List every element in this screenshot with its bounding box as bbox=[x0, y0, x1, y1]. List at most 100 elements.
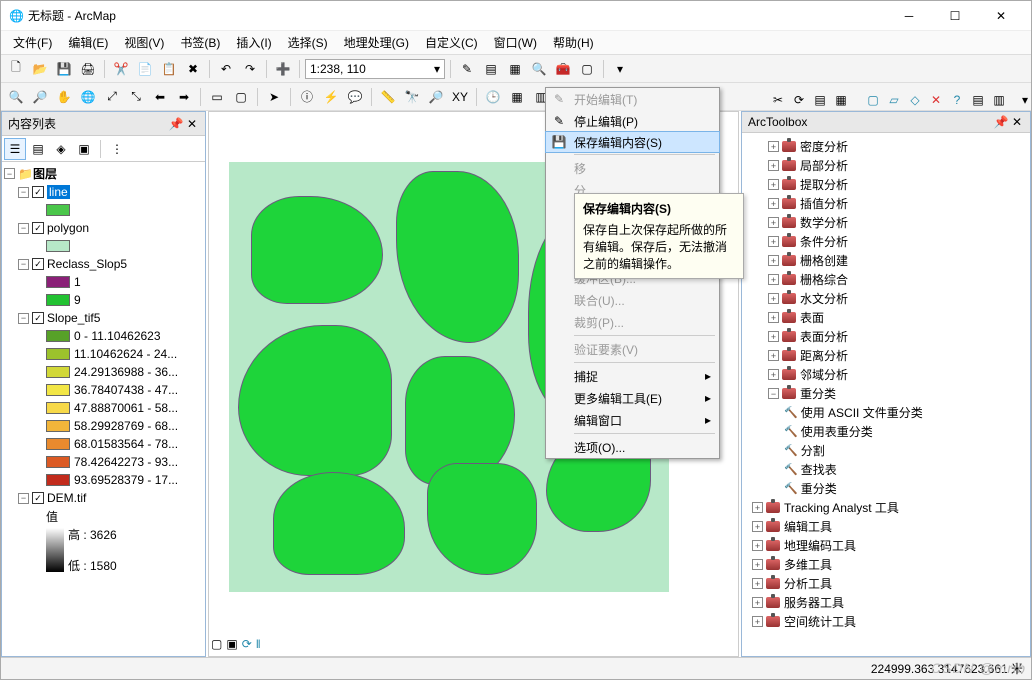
toolbox-item[interactable]: +条件分析 bbox=[744, 232, 1028, 251]
toolbox-item[interactable]: +服务器工具 bbox=[744, 593, 1028, 612]
editor-more-icon[interactable]: ▾ bbox=[1015, 90, 1032, 110]
topology-icon[interactable]: ▥ bbox=[989, 90, 1009, 110]
pointer-icon[interactable]: ➤ bbox=[263, 86, 285, 108]
arctoolbox-icon[interactable]: 🧰 bbox=[552, 58, 574, 80]
fixed-zoom-in-icon[interactable]: ⤢ bbox=[101, 86, 123, 108]
refresh-icon[interactable]: ⟳ bbox=[242, 637, 252, 651]
toolbox-item[interactable]: +密度分析 bbox=[744, 137, 1028, 156]
list-by-drawing-order-icon[interactable]: ☰ bbox=[4, 138, 26, 160]
toolbox-item[interactable]: −重分类 bbox=[744, 384, 1028, 403]
find-route-icon[interactable]: 🔎 bbox=[425, 86, 447, 108]
toolbox-item[interactable]: +栅格创建 bbox=[744, 251, 1028, 270]
toolbox-item[interactable]: +编辑工具 bbox=[744, 517, 1028, 536]
menu-item[interactable]: 编辑窗口▸ bbox=[546, 409, 719, 431]
menu-item[interactable]: 帮助(H) bbox=[547, 32, 600, 53]
toolbox-item[interactable]: +提取分析 bbox=[744, 175, 1028, 194]
pan-icon[interactable]: ✋ bbox=[53, 86, 75, 108]
validate-icon[interactable]: ? bbox=[947, 90, 967, 110]
menu-item[interactable]: 文件(F) bbox=[7, 32, 58, 53]
toolbox-item[interactable]: +表面分析 bbox=[744, 327, 1028, 346]
cut-polygons-icon[interactable]: ▢ bbox=[863, 90, 883, 110]
toolbox-item[interactable]: +地理编码工具 bbox=[744, 536, 1028, 555]
print-icon[interactable]: 🖨 bbox=[77, 58, 99, 80]
copy-icon[interactable]: 📄 bbox=[134, 58, 156, 80]
menu-item[interactable]: 选择(S) bbox=[282, 32, 334, 53]
select-icon[interactable]: ▭ bbox=[206, 86, 228, 108]
menu-item[interactable]: 更多编辑工具(E)▸ bbox=[546, 387, 719, 409]
close-button[interactable]: ✕ bbox=[979, 2, 1023, 30]
toolbox-item[interactable]: +多维工具 bbox=[744, 555, 1028, 574]
tool-item[interactable]: 🔨分割 bbox=[744, 441, 1028, 460]
toolbox-item[interactable]: +表面 bbox=[744, 308, 1028, 327]
tool-item[interactable]: 🔨重分类 bbox=[744, 479, 1028, 498]
panel-close-icon[interactable]: ✕ bbox=[1010, 115, 1024, 129]
toolbox-item[interactable]: +Tracking Analyst 工具 bbox=[744, 498, 1028, 517]
layer-item[interactable]: −✓polygon bbox=[4, 219, 203, 237]
undo-icon[interactable]: ↶ bbox=[215, 58, 237, 80]
forward-icon[interactable]: ➡ bbox=[173, 86, 195, 108]
fixed-zoom-out-icon[interactable]: ⤡ bbox=[125, 86, 147, 108]
more-icon[interactable]: ▾ bbox=[609, 58, 631, 80]
layout-view-icon[interactable]: ▣ bbox=[226, 637, 237, 651]
new-icon[interactable]: 🗋 bbox=[5, 58, 27, 80]
toolbox-item[interactable]: +水文分析 bbox=[744, 289, 1028, 308]
redo-icon[interactable]: ↷ bbox=[239, 58, 261, 80]
list-by-selection-icon[interactable]: ▣ bbox=[73, 138, 95, 160]
minimize-button[interactable]: ─ bbox=[887, 2, 931, 30]
toolbox-item[interactable]: +数学分析 bbox=[744, 213, 1028, 232]
add-data-icon[interactable]: ➕ bbox=[272, 58, 294, 80]
measure-icon[interactable]: 📏 bbox=[377, 86, 399, 108]
open-icon[interactable]: 📂 bbox=[29, 58, 51, 80]
menu-item[interactable]: 捕捉▸ bbox=[546, 365, 719, 387]
editor-icon[interactable]: ✎ bbox=[456, 58, 478, 80]
split-icon[interactable]: ✂ bbox=[768, 90, 788, 110]
list-by-source-icon[interactable]: ▤ bbox=[27, 138, 49, 160]
layer-item[interactable]: −✓Reclass_Slop5 bbox=[4, 255, 203, 273]
toolbox-item[interactable]: +局部分析 bbox=[744, 156, 1028, 175]
layer-item[interactable]: −✓Slope_tif5 bbox=[4, 309, 203, 327]
delete-icon[interactable]: ✖ bbox=[182, 58, 204, 80]
toolbox-item[interactable]: +插值分析 bbox=[744, 194, 1028, 213]
clear-selection-icon[interactable]: ▢ bbox=[230, 86, 252, 108]
scale-combo[interactable]: 1:238, 110▾ bbox=[305, 59, 445, 79]
toolbox-item[interactable]: +空间统计工具 bbox=[744, 612, 1028, 631]
zoom-in-icon[interactable]: 🔍 bbox=[5, 86, 27, 108]
panel-close-icon[interactable]: ✕ bbox=[185, 117, 199, 131]
menu-item[interactable]: 选项(O)... bbox=[546, 436, 719, 458]
find-icon[interactable]: 🔭 bbox=[401, 86, 423, 108]
create-features-icon[interactable]: ▤ bbox=[968, 90, 988, 110]
save-icon[interactable]: 💾 bbox=[53, 58, 75, 80]
html-popup-icon[interactable]: 💬 bbox=[344, 86, 366, 108]
viewer-icon[interactable]: ▦ bbox=[506, 86, 528, 108]
menu-item[interactable]: 自定义(C) bbox=[419, 32, 484, 53]
tool-item[interactable]: 🔨使用 ASCII 文件重分类 bbox=[744, 403, 1028, 422]
rotate-icon[interactable]: ⟳ bbox=[789, 90, 809, 110]
search-icon[interactable]: 🔍 bbox=[528, 58, 550, 80]
toolbox-item[interactable]: +邻域分析 bbox=[744, 365, 1028, 384]
menu-item[interactable]: 视图(V) bbox=[118, 32, 170, 53]
options-icon[interactable]: ⋮ bbox=[106, 138, 128, 160]
goto-xy-icon[interactable]: XY bbox=[449, 86, 471, 108]
menu-item[interactable]: ✎停止编辑(P) bbox=[546, 110, 719, 132]
paste-icon[interactable]: 📋 bbox=[158, 58, 180, 80]
menu-item[interactable]: 编辑(E) bbox=[62, 32, 114, 53]
menu-item[interactable]: 插入(I) bbox=[230, 32, 277, 53]
arctoolbox-tree[interactable]: +密度分析+局部分析+提取分析+插值分析+数学分析+条件分析+栅格创建+栅格综合… bbox=[742, 133, 1030, 656]
time-slider-icon[interactable]: 🕒 bbox=[482, 86, 504, 108]
pin-icon[interactable]: 📌 bbox=[169, 117, 183, 131]
tool-item[interactable]: 🔨使用表重分类 bbox=[744, 422, 1028, 441]
list-by-visibility-icon[interactable]: ◈ bbox=[50, 138, 72, 160]
reshape-icon[interactable]: ▱ bbox=[884, 90, 904, 110]
menu-item[interactable]: 💾保存编辑内容(S) bbox=[545, 131, 720, 153]
hyperlink-icon[interactable]: ⚡ bbox=[320, 86, 342, 108]
back-icon[interactable]: ⬅ bbox=[149, 86, 171, 108]
menu-item[interactable]: 窗口(W) bbox=[488, 32, 543, 53]
menu-item[interactable]: 地理处理(G) bbox=[338, 32, 415, 53]
zoom-out-icon[interactable]: 🔎 bbox=[29, 86, 51, 108]
layer-item[interactable]: −✓line bbox=[4, 183, 203, 201]
toolbox-item[interactable]: +距离分析 bbox=[744, 346, 1028, 365]
toolbox-item[interactable]: +分析工具 bbox=[744, 574, 1028, 593]
edit-vertices-icon[interactable]: ◇ bbox=[905, 90, 925, 110]
menu-item[interactable]: 书签(B) bbox=[174, 32, 226, 53]
identify-icon[interactable]: ⓘ bbox=[296, 86, 318, 108]
